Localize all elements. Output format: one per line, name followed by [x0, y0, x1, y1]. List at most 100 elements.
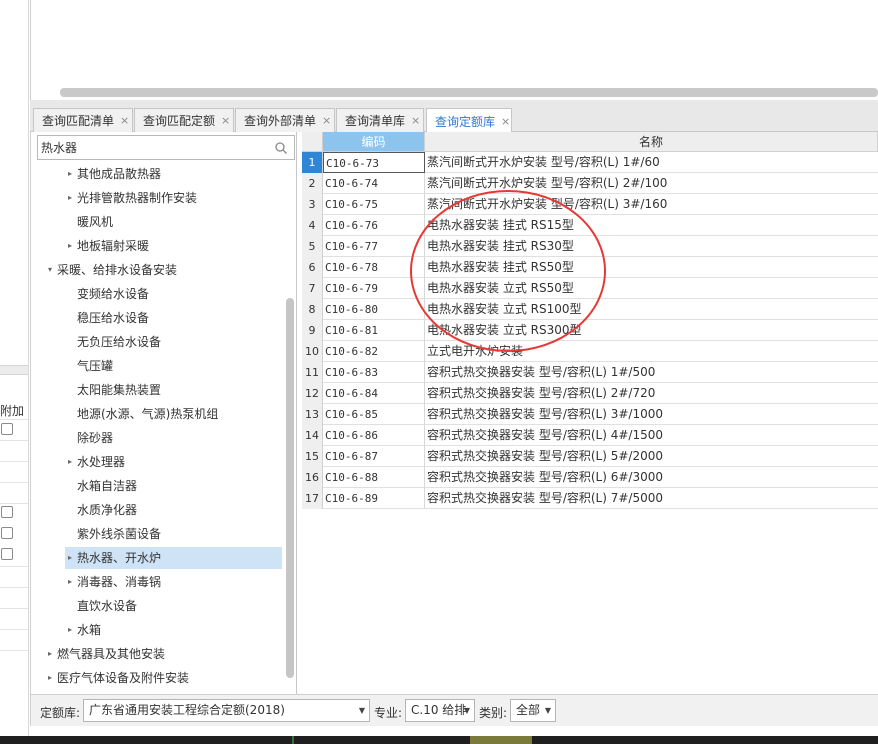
- quota-code-cell[interactable]: C10-6-78: [323, 257, 425, 278]
- close-icon[interactable]: ×: [322, 114, 331, 127]
- tab-query-list-library[interactable]: 查询清单库 ×: [336, 108, 424, 132]
- quota-name-cell[interactable]: 蒸汽间断式开水炉安装 型号/容积(L) 3#/160: [425, 194, 878, 215]
- quota-code-cell[interactable]: C10-6-87: [323, 446, 425, 467]
- tree-node[interactable]: 紫外线杀菌设备: [65, 523, 161, 545]
- tree-node[interactable]: 稳压给水设备: [65, 307, 149, 329]
- quota-name-cell[interactable]: 容积式热交换器安装 型号/容积(L) 1#/500: [425, 362, 878, 383]
- quota-name-cell[interactable]: 容积式热交换器安装 型号/容积(L) 5#/2000: [425, 446, 878, 467]
- tree-node[interactable]: 地源(水源、气源)热泵机组: [65, 403, 218, 425]
- tree-node[interactable]: 变频给水设备: [65, 283, 149, 305]
- search-icon[interactable]: [274, 141, 288, 155]
- table-row[interactable]: 2 C10-6-74 蒸汽间断式开水炉安装 型号/容积(L) 2#/100: [302, 173, 878, 194]
- table-row[interactable]: 13 C10-6-85 容积式热交换器安装 型号/容积(L) 3#/1000: [302, 404, 878, 425]
- quota-name-cell[interactable]: 电热水器安装 立式 RS50型: [425, 278, 878, 299]
- tree-node-expanded[interactable]: ▾ 采暖、给排水设备安装: [45, 259, 177, 281]
- tree-node[interactable]: 水质净化器: [65, 499, 137, 521]
- quota-name-cell[interactable]: 电热水器安装 挂式 RS30型: [425, 236, 878, 257]
- tree-node[interactable]: ▸ 水处理器: [65, 451, 125, 473]
- chevron-right-icon[interactable]: ▸: [45, 667, 55, 689]
- table-row[interactable]: 8 C10-6-80 电热水器安装 立式 RS100型: [302, 299, 878, 320]
- tree-vertical-scrollbar[interactable]: [286, 298, 294, 678]
- quota-code-cell[interactable]: C10-6-82: [323, 341, 425, 362]
- tree-node[interactable]: ▸ 地板辐射采暖: [65, 235, 149, 257]
- table-row[interactable]: 3 C10-6-75 蒸汽间断式开水炉安装 型号/容积(L) 3#/160: [302, 194, 878, 215]
- category-select[interactable]: 全部 ▼: [510, 699, 556, 722]
- chevron-right-icon[interactable]: ▸: [65, 451, 75, 473]
- quota-code-cell[interactable]: C10-6-74: [323, 173, 425, 194]
- quota-code-cell[interactable]: C10-6-81: [323, 320, 425, 341]
- tree-node[interactable]: ▸ 燃气器具及其他安装: [45, 643, 165, 665]
- tree-search-input[interactable]: 热水器: [37, 135, 295, 160]
- tree-node[interactable]: 水箱自洁器: [65, 475, 137, 497]
- tree-node[interactable]: 除砂器: [65, 427, 113, 449]
- tab-query-quota-library[interactable]: 查询定额库 ×: [426, 108, 512, 133]
- chevron-right-icon[interactable]: ▸: [65, 571, 75, 593]
- table-row[interactable]: 12 C10-6-84 容积式热交换器安装 型号/容积(L) 2#/720: [302, 383, 878, 404]
- chevron-down-icon[interactable]: ▾: [45, 259, 55, 281]
- horizontal-scrollbar[interactable]: [60, 88, 878, 97]
- tab-query-external-list[interactable]: 查询外部清单 ×: [235, 108, 335, 132]
- quota-code-cell[interactable]: C10-6-86: [323, 425, 425, 446]
- tree-node[interactable]: ▸ 水箱: [65, 619, 101, 641]
- code-column-header[interactable]: 编码: [323, 132, 425, 152]
- chevron-down-icon[interactable]: ▼: [545, 700, 551, 721]
- tree-node[interactable]: 直饮水设备: [65, 595, 137, 617]
- chevron-right-icon[interactable]: ▸: [65, 547, 75, 569]
- tree-node-selected[interactable]: ▸ 热水器、开水炉: [65, 547, 282, 569]
- major-select[interactable]: C.10 给排 ▼: [405, 699, 475, 722]
- quota-name-cell[interactable]: 电热水器安装 立式 RS100型: [425, 299, 878, 320]
- quota-name-cell[interactable]: 立式电开水炉安装: [425, 341, 878, 362]
- tree-node[interactable]: ▸ 光排管散热器制作安装: [65, 187, 197, 209]
- table-row[interactable]: 11 C10-6-83 容积式热交换器安装 型号/容积(L) 1#/500: [302, 362, 878, 383]
- left-panel-checkbox[interactable]: [1, 506, 13, 518]
- name-column-header[interactable]: 名称: [425, 132, 878, 152]
- tree-node[interactable]: 太阳能集热装置: [65, 379, 161, 401]
- table-row[interactable]: 15 C10-6-87 容积式热交换器安装 型号/容积(L) 5#/2000: [302, 446, 878, 467]
- quota-name-cell[interactable]: 蒸汽间断式开水炉安装 型号/容积(L) 2#/100: [425, 173, 878, 194]
- chevron-right-icon[interactable]: ▸: [65, 619, 75, 641]
- chevron-right-icon[interactable]: ▸: [65, 235, 75, 257]
- tree-node[interactable]: 气压罐: [65, 355, 113, 377]
- quota-code-cell[interactable]: C10-6-85: [323, 404, 425, 425]
- quota-code-cell[interactable]: C10-6-76: [323, 215, 425, 236]
- quota-name-cell[interactable]: 蒸汽间断式开水炉安装 型号/容积(L) 1#/60: [425, 152, 878, 173]
- quota-name-cell[interactable]: 容积式热交换器安装 型号/容积(L) 6#/3000: [425, 467, 878, 488]
- left-panel-checkbox[interactable]: [1, 423, 13, 435]
- chevron-right-icon[interactable]: ▸: [45, 643, 55, 665]
- quota-name-cell[interactable]: 容积式热交换器安装 型号/容积(L) 4#/1500: [425, 425, 878, 446]
- tree-node[interactable]: ▸ 其他成品散热器: [65, 163, 161, 185]
- left-panel-checkbox[interactable]: [1, 548, 13, 560]
- quota-name-cell[interactable]: 容积式热交换器安装 型号/容积(L) 3#/1000: [425, 404, 878, 425]
- chevron-down-icon[interactable]: ▼: [464, 700, 470, 721]
- quota-code-cell[interactable]: C10-6-73: [323, 152, 425, 173]
- quota-code-cell[interactable]: C10-6-83: [323, 362, 425, 383]
- table-row[interactable]: 1 C10-6-73 蒸汽间断式开水炉安装 型号/容积(L) 1#/60: [302, 152, 878, 173]
- chevron-right-icon[interactable]: ▸: [65, 163, 75, 185]
- chevron-down-icon[interactable]: ▼: [359, 700, 365, 721]
- quota-code-cell[interactable]: C10-6-80: [323, 299, 425, 320]
- table-row[interactable]: 9 C10-6-81 电热水器安装 立式 RS300型: [302, 320, 878, 341]
- quota-name-cell[interactable]: 电热水器安装 挂式 RS50型: [425, 257, 878, 278]
- quota-name-cell[interactable]: 容积式热交换器安装 型号/容积(L) 7#/5000: [425, 488, 878, 509]
- table-row[interactable]: 14 C10-6-86 容积式热交换器安装 型号/容积(L) 4#/1500: [302, 425, 878, 446]
- quota-name-cell[interactable]: 电热水器安装 挂式 RS15型: [425, 215, 878, 236]
- tree-node[interactable]: 无负压给水设备: [65, 331, 161, 353]
- quota-code-cell[interactable]: C10-6-79: [323, 278, 425, 299]
- quota-code-cell[interactable]: C10-6-84: [323, 383, 425, 404]
- table-row[interactable]: 16 C10-6-88 容积式热交换器安装 型号/容积(L) 6#/3000: [302, 467, 878, 488]
- quota-library-select[interactable]: 广东省通用安装工程综合定额(2018) ▼: [83, 699, 370, 722]
- table-row[interactable]: 7 C10-6-79 电热水器安装 立式 RS50型: [302, 278, 878, 299]
- table-row[interactable]: 17 C10-6-89 容积式热交换器安装 型号/容积(L) 7#/5000: [302, 488, 878, 509]
- quota-code-cell[interactable]: C10-6-75: [323, 194, 425, 215]
- left-panel-checkbox[interactable]: [1, 527, 13, 539]
- table-row[interactable]: 4 C10-6-76 电热水器安装 挂式 RS15型: [302, 215, 878, 236]
- close-icon[interactable]: ×: [120, 114, 129, 127]
- quota-code-cell[interactable]: C10-6-88: [323, 467, 425, 488]
- tree-node[interactable]: ▸ 医疗气体设备及附件安装: [45, 667, 189, 689]
- table-row[interactable]: 6 C10-6-78 电热水器安装 挂式 RS50型: [302, 257, 878, 278]
- quota-name-cell[interactable]: 电热水器安装 立式 RS300型: [425, 320, 878, 341]
- close-icon[interactable]: ×: [411, 114, 420, 127]
- tab-query-matched-list[interactable]: 查询匹配清单 ×: [33, 108, 133, 132]
- tree-node[interactable]: ▸ 消毒器、消毒锅: [65, 571, 161, 593]
- quota-code-cell[interactable]: C10-6-77: [323, 236, 425, 257]
